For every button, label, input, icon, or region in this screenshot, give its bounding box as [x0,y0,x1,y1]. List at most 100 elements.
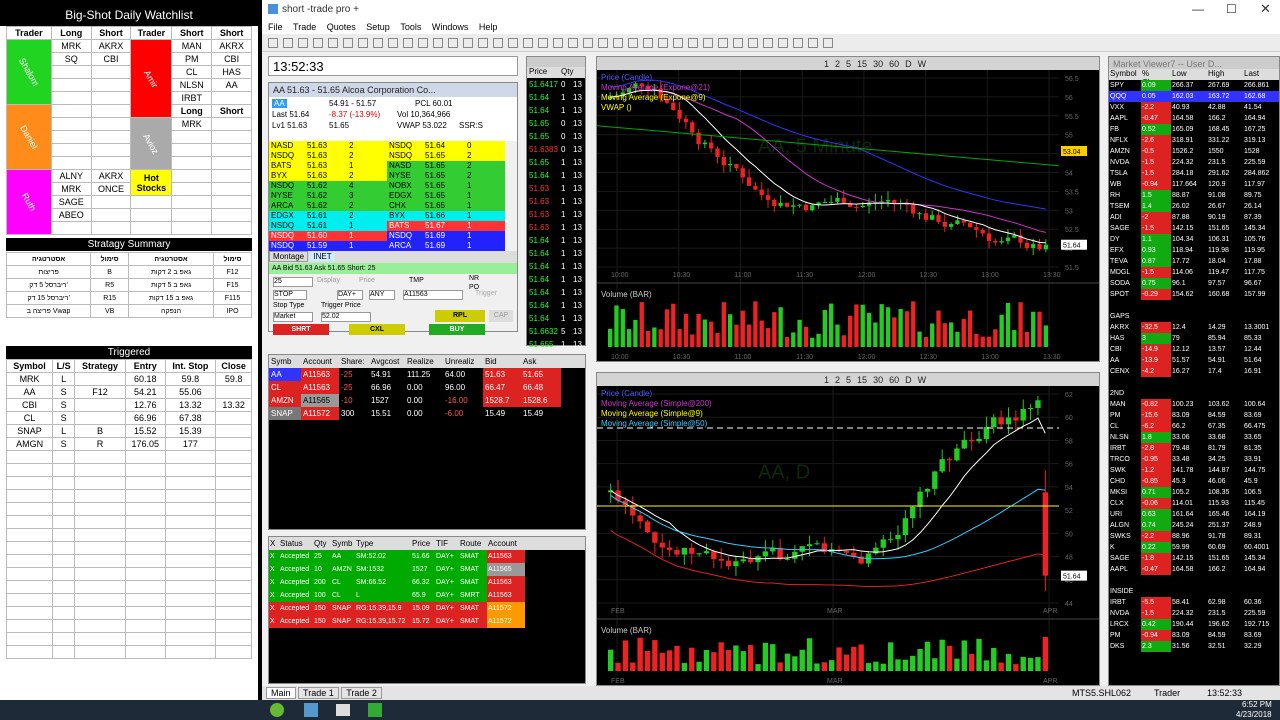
mail-icon[interactable] [336,704,350,716]
empty-cell[interactable] [52,528,76,542]
toolbar-icon[interactable] [613,38,623,48]
cell[interactable]: SAGE [50,195,92,209]
toolbar-icon[interactable] [358,38,368,48]
empty-cell[interactable] [52,463,76,477]
toolbar-icon[interactable] [403,38,413,48]
menu-trade[interactable]: Trade [293,22,316,32]
book-row[interactable]: BYX 51.63 2 [269,171,387,181]
toolbar-icon[interactable] [748,38,758,48]
empty-cell[interactable] [74,567,126,581]
timeframe-1[interactable]: 1 [824,59,829,69]
viewer-row[interactable]: HAS 3 79 85.94 85.33 [1109,333,1279,344]
empty-cell[interactable] [5,567,54,581]
empty-cell[interactable] [215,502,252,516]
toolbar-icon[interactable] [598,38,608,48]
viewer-row[interactable]: CLX -0.06 114.01 115.93 115.45 [1109,498,1279,509]
viewer-row[interactable]: SPY 0.09 266.37 267.69 266.861 [1109,80,1279,91]
viewer-row[interactable]: SWK -1.2 141.78 144.87 144.75 [1109,465,1279,476]
viewer-row[interactable]: NLSN 1.8 33.06 33.68 33.65 [1109,432,1279,443]
book-row[interactable]: BATS 51.63 1 [269,161,387,171]
book-row[interactable]: ARCA 51.62 2 [269,201,387,211]
cell[interactable] [211,221,252,235]
viewer-row[interactable]: AA -13.9 51.57 54.91 51.64 [1109,355,1279,366]
empty-cell[interactable] [164,541,217,555]
toolbar-icon[interactable] [793,38,803,48]
empty-cell[interactable] [164,645,217,659]
empty-cell[interactable] [124,554,166,568]
empty-cell[interactable] [5,593,54,607]
toolbar-icon[interactable] [463,38,473,48]
toolbar-icon[interactable] [583,38,593,48]
book-row[interactable]: NYSE 51.65 2 [387,171,505,181]
empty-cell[interactable] [74,645,126,659]
empty-cell[interactable] [164,619,217,633]
order-row[interactable]: X Accepted 200 CL SM:66.52 66.32 DAY+ SMAT A1156… [269,576,585,589]
viewer-row[interactable]: CL -6.2 66.2 67.35 66.475 [1109,421,1279,432]
viewer-row[interactable]: GAPS [1109,311,1279,322]
viewer-row[interactable]: SAGE -1.5 142.15 151.65 145.34 [1109,223,1279,234]
viewer-row[interactable]: CBI -14.9 12.12 13.57 12.44 [1109,344,1279,355]
empty-cell[interactable] [164,450,217,464]
order-row[interactable]: X Accepted 150 SNAP RG:15.39,15.9 15.09 DAY+ SM… [269,602,585,615]
tab-trade-1[interactable]: Trade 1 [298,687,339,699]
trigger-price-input[interactable]: 52.02 [321,312,371,322]
viewer-row[interactable]: PM -0.94 83.09 84.59 83.69 [1109,630,1279,641]
tab-main[interactable]: Main [266,687,296,699]
order-type-select[interactable]: STOP [273,290,307,300]
cell[interactable] [171,221,213,235]
empty-cell[interactable] [215,619,252,633]
empty-cell[interactable] [215,580,252,594]
tab-montage[interactable]: Montage [269,251,309,262]
menu-windows[interactable]: Windows [432,22,469,32]
cell[interactable] [171,195,213,209]
cell[interactable] [171,169,213,183]
viewer-row[interactable]: MKSI 0.71 105.2 108.35 106.5 [1109,487,1279,498]
book-row[interactable]: NSDQ 51.61 1 [269,221,387,231]
browser-icon[interactable] [304,703,318,717]
book-row[interactable]: NSDQ 51.64 0 [387,141,505,151]
book-row[interactable]: ARCA 51.69 1 [387,241,505,251]
cell[interactable]: ONCE [90,182,132,196]
empty-cell[interactable] [52,619,76,633]
empty-cell[interactable] [52,476,76,490]
toolbar-icon[interactable] [478,38,488,48]
cell[interactable] [171,143,213,157]
cell[interactable]: CBI [211,52,252,66]
cell[interactable] [130,195,173,209]
empty-cell[interactable] [164,528,217,542]
empty-cell[interactable] [124,515,166,529]
toolbar-icon[interactable] [283,38,293,48]
empty-cell[interactable] [215,450,252,464]
empty-cell[interactable] [52,450,76,464]
timeframe-30[interactable]: 30 [873,375,883,385]
toolbar-icon[interactable] [778,38,788,48]
menu-setup[interactable]: Setup [366,22,390,32]
toolbar-icon[interactable] [643,38,653,48]
cell[interactable] [50,78,92,92]
toolbar-icon[interactable] [373,38,383,48]
menu-help[interactable]: Help [479,22,498,32]
cell[interactable]: NLSN [171,78,213,92]
empty-cell[interactable] [5,476,54,490]
cell[interactable]: AKRX [90,169,132,183]
cell[interactable]: MRK [171,117,213,131]
empty-cell[interactable] [164,515,217,529]
book-row[interactable]: NSDQ 51.69 1 [387,231,505,241]
timeframe-5[interactable]: 5 [846,375,851,385]
empty-cell[interactable] [5,502,54,516]
viewer-row[interactable]: AAPL -0.47 164.58 166.2 164.94 [1109,564,1279,575]
timeframe-60[interactable]: 60 [889,59,899,69]
book-row[interactable]: NSDQ 51.65 2 [387,151,505,161]
empty-cell[interactable] [52,580,76,594]
viewer-row[interactable]: TRCO -0.95 33.48 34.25 33.91 [1109,454,1279,465]
cell[interactable]: MRK [50,39,92,53]
cell[interactable] [90,130,132,144]
empty-cell[interactable] [164,489,217,503]
empty-cell[interactable] [74,463,126,477]
empty-cell[interactable] [215,463,252,477]
toolbar-icon[interactable] [328,38,338,48]
cell[interactable] [211,195,252,209]
empty-cell[interactable] [164,593,217,607]
cell[interactable]: CL [171,65,213,79]
book-row[interactable]: NSDQ 51.62 4 [269,181,387,191]
